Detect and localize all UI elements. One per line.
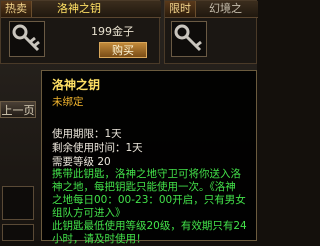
- description-line: 组队方可进入》: [52, 207, 126, 219]
- item-slot[interactable]: [171, 21, 207, 57]
- key-icon: [12, 24, 40, 52]
- prev-page-button[interactable]: 上一页: [0, 101, 36, 118]
- item-slot[interactable]: [9, 21, 45, 57]
- hot-sale-tag: 热卖: [1, 1, 32, 17]
- limited-time-tag: 限时: [165, 1, 196, 17]
- description-line: 携带此钥匙，洛神之地守卫可将你送入洛: [52, 168, 241, 180]
- item-name: 幻境之: [209, 2, 242, 15]
- item-slot[interactable]: [2, 224, 34, 241]
- remaining-time: 剩余使用时间：1天: [52, 142, 143, 154]
- bind-status: 未绑定: [52, 96, 84, 108]
- description-line: 小时，请及时使用！: [52, 233, 147, 245]
- item-price: 199金子: [91, 25, 134, 38]
- item-tooltip: 洛神之钥 未绑定 使用期限：1天 剩余使用时间：1天 需要等级 20 携带此钥匙…: [41, 70, 257, 245]
- description-line: 此钥匙最低使用等级20级，有效期只有24: [52, 220, 247, 232]
- item-description: 携带此钥匙，洛神之地守卫可将你送入洛 神之地，每把钥匙只能使用一次。《洛神 之地…: [52, 168, 252, 246]
- item-name: 洛神之钥: [57, 2, 101, 15]
- item-slot[interactable]: [2, 186, 34, 220]
- description-line: 之地每日00：00-23：00开启，只有男女: [52, 194, 246, 206]
- shop-item-card: 热卖 洛神之钥 199金子 购买: [0, 0, 161, 64]
- tooltip-title: 洛神之钥: [52, 78, 101, 92]
- usage-period: 使用期限：1天: [52, 128, 122, 140]
- shop-item-card: 限时 幻境之: [164, 0, 258, 64]
- description-line: 神之地，每把钥匙只能使用一次。《洛神: [52, 181, 236, 193]
- buy-button[interactable]: 购买: [99, 42, 147, 58]
- required-level: 需要等级 20: [52, 156, 111, 168]
- key-icon: [174, 24, 202, 52]
